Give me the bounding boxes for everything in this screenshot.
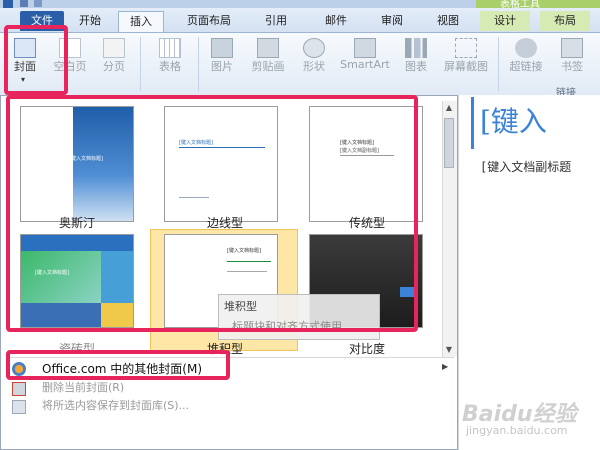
scrollbar-thumb[interactable] [444,118,454,168]
chart-icon [405,38,427,58]
ribbon-separator [198,37,199,91]
clipart-button[interactable]: 剪贴画 [244,33,292,93]
tab-mailings[interactable]: 邮件 [314,11,358,31]
smartart-button[interactable]: SmartArt [336,33,394,93]
undo-icon[interactable] [34,0,42,7]
hyperlink-button[interactable]: 超链接 [502,33,550,93]
document-title-placeholder[interactable]: [键入 [480,100,547,140]
ribbon-tab-row: 文件 开始 插入 页面布局 引用 邮件 审阅 视图 设计 布局 [0,8,600,33]
bookmark-icon [561,38,583,58]
tab-home[interactable]: 开始 [70,11,110,31]
save-to-gallery-icon [12,400,26,414]
word-app-icon[interactable] [3,0,13,8]
picture-icon [211,38,233,58]
remove-cover-icon [12,382,26,396]
menu-save-to-gallery[interactable]: 将所选内容保存到封面库(S)... [42,396,189,416]
picture-label: 图片 [211,60,233,73]
table-button[interactable]: 表格 [148,33,192,93]
scroll-up-icon[interactable]: ▲ [443,102,455,114]
ribbon-separator [498,37,499,91]
page-break-button[interactable]: 分页 [94,33,134,93]
tab-review[interactable]: 审阅 [370,11,414,31]
shapes-icon [303,38,325,58]
document-subtitle-placeholder[interactable]: [键入文档副标题 [480,158,571,175]
chart-label: 图表 [405,60,427,73]
tab-design[interactable]: 设计 [480,11,530,31]
bookmark-label: 书签 [561,60,583,73]
title-accent-bar [471,97,474,149]
tab-page-layout[interactable]: 页面布局 [176,11,242,31]
chart-button[interactable]: 图表 [396,33,436,93]
shapes-button[interactable]: 形状 [294,33,334,93]
tab-layout[interactable]: 布局 [540,11,590,31]
tab-view[interactable]: 视图 [426,11,470,31]
ribbon-separator [140,37,141,91]
tab-insert[interactable]: 插入 [118,11,164,32]
page-break-label: 分页 [103,60,125,73]
cover-name-contrast: 对比度 [348,342,385,356]
page-break-icon [103,38,125,58]
smartart-icon [354,38,376,58]
smartart-label: SmartArt [340,58,390,71]
highlight-box-cover-button [4,25,68,95]
highlight-box-gallery [6,95,418,332]
screenshot-button[interactable]: 屏幕截图 [438,33,494,93]
watermark-url: jingyan.baidu.com [466,424,568,437]
hyperlink-label: 超链接 [509,60,543,73]
screenshot-icon [455,38,477,58]
clipart-icon [257,38,279,58]
table-icon [159,38,181,58]
clipart-label: 剪贴画 [251,60,285,73]
table-label: 表格 [159,60,181,73]
screenshot-label: 屏幕截图 [444,60,488,73]
submenu-arrow-icon: ▶ [442,362,449,371]
shapes-label: 形状 [303,60,325,73]
save-icon[interactable] [20,0,28,7]
scroll-down-icon[interactable]: ▼ [443,344,455,356]
ribbon: 封面 ▾ 空白页 分页 表格 图片 剪贴画 形状 SmartArt 图表 屏幕截… [0,33,600,96]
tab-references[interactable]: 引用 [254,11,298,31]
hyperlink-icon [515,38,537,58]
picture-button[interactable]: 图片 [202,33,242,93]
menu-remove-cover[interactable]: 删除当前封面(R) [42,378,124,398]
highlight-box-more-covers [6,350,230,380]
